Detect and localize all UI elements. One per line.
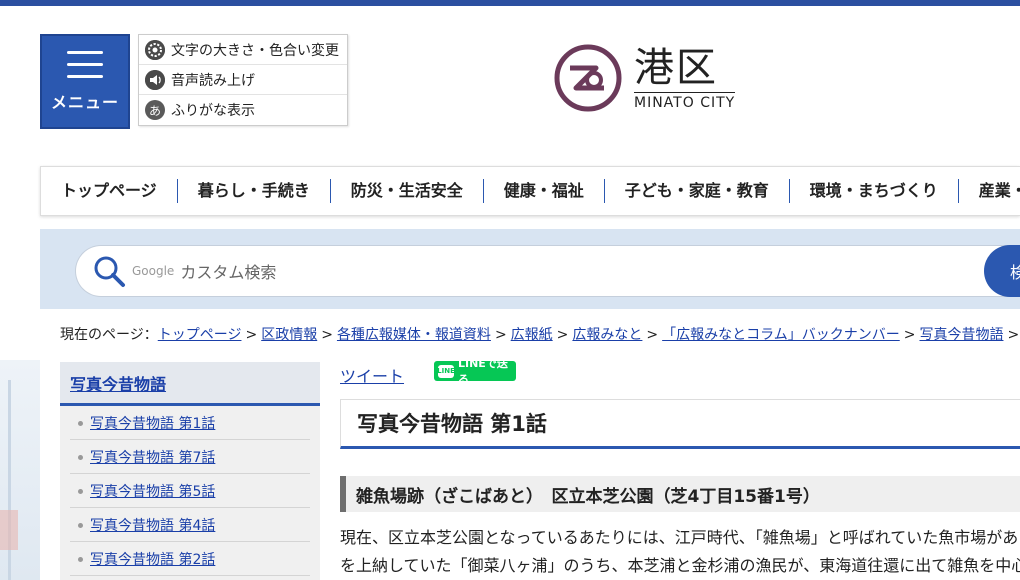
side-nav-title-link[interactable]: 写真今昔物語 [70, 371, 166, 395]
minato-emblem-icon [554, 44, 622, 112]
nav-health[interactable]: 健康・福祉 [484, 179, 605, 203]
side-nav-link[interactable]: 写真今昔物語 第1話 [90, 413, 215, 433]
side-nav-item: 写真今昔物語 第1話 [70, 406, 310, 440]
search-icon [94, 256, 125, 287]
top-stripe [0, 0, 1020, 6]
speaker-icon [145, 69, 165, 90]
breadcrumb-item[interactable]: 広報みなと [572, 327, 642, 343]
breadcrumb-item[interactable]: トップページ [158, 327, 242, 343]
nav-children[interactable]: 子ども・家庭・教育 [605, 179, 790, 203]
text-size-color-link[interactable]: 文字の大きさ・色合い変更 [139, 35, 347, 65]
side-nav-item: 写真今昔物語 第2話 [70, 542, 310, 576]
furigana-icon: あ [145, 100, 165, 120]
menu-label: メニュー [50, 92, 119, 112]
nav-environment[interactable]: 環境・まちづくり [790, 179, 959, 203]
breadcrumb: 現在のページ：トップページ > 区政情報 > 各種広報媒体・報道資料 > 広報紙 > 広報みなと… [60, 327, 1020, 343]
section-heading: 雑魚場跡（ざこばあと） 区立本芝公園（芝4丁目15番1号） [340, 476, 1020, 512]
read-aloud-label: 音声読み上げ [171, 72, 255, 89]
side-nav-link[interactable]: 写真今昔物語 第2話 [90, 549, 215, 569]
side-nav-link[interactable]: 写真今昔物語 第4話 [90, 515, 215, 535]
search-input[interactable]: Google カスタム検索 [75, 245, 1020, 297]
side-nav-title: 写真今昔物語 [60, 362, 320, 406]
page-title: 写真今昔物語 第1話 [357, 412, 547, 436]
line-share-label: LINEで送る [458, 357, 508, 386]
furigana-label: ふりがな表示 [171, 103, 255, 119]
line-logo-icon: LINE [437, 364, 455, 378]
site-logo[interactable]: 港区 MINATO CITY [554, 44, 736, 112]
logo-japanese: 港区 [634, 44, 718, 91]
breadcrumb-prefix: 現在のページ： [60, 327, 158, 343]
side-nav-item: 写真今昔物語 第7話 [70, 440, 310, 474]
global-nav: トップページ 暮らし・手続き 防災・生活安全 健康・福祉 子ども・家庭・教育 環… [40, 166, 1020, 216]
logo-english: MINATO CITY [634, 91, 736, 111]
text-size-color-label: 文字の大きさ・色合い変更 [171, 42, 339, 59]
breadcrumb-item[interactable]: 広報紙 [511, 327, 553, 343]
side-nav: 写真今昔物語 写真今昔物語 第1話 写真今昔物語 第7話 写真今昔物語 第5話 … [60, 362, 320, 580]
breadcrumb-item[interactable]: 各種広報媒体・報道資料 [337, 327, 491, 343]
read-aloud-link[interactable]: 音声読み上げ [139, 65, 347, 95]
nav-safety[interactable]: 防災・生活安全 [331, 179, 484, 203]
nav-living[interactable]: 暮らし・手続き [178, 179, 331, 203]
tweet-link[interactable]: ツイート [340, 363, 404, 387]
side-nav-link[interactable]: 写真今昔物語 第5話 [90, 481, 215, 501]
menu-button[interactable]: メニュー [40, 34, 130, 129]
nav-industry[interactable]: 産業・ [959, 179, 1020, 203]
background-tower-line [8, 380, 11, 580]
nav-top[interactable]: トップページ [41, 179, 178, 203]
furigana-link[interactable]: あ ふりがな表示 [139, 95, 347, 125]
side-nav-link[interactable]: 写真今昔物語 第7話 [90, 447, 215, 467]
breadcrumb-item[interactable]: 「広報みなとコラム」バックナンバー [662, 327, 900, 343]
gear-icon [145, 39, 165, 60]
paragraph-line: を上納していた「御菜八ヶ浦」のうち、本芝浦と金杉浦の漁民が、東海道往還に出て雑魚… [340, 556, 1020, 575]
search-placeholder: カスタム検索 [180, 263, 277, 282]
body-paragraph: 現在、区立本芝公園となっているあたりには、江戸時代、「雑魚場」と呼ばれていた魚市… [340, 524, 1020, 580]
breadcrumb-item[interactable]: 写真今昔物語 [919, 327, 1003, 343]
line-share-button[interactable]: LINE LINEで送る [434, 357, 516, 386]
side-nav-item: 写真今昔物語 第4話 [70, 508, 310, 542]
hamburger-icon [67, 50, 103, 79]
page-title-box: 写真今昔物語 第1話 [340, 399, 1020, 449]
accessibility-panel: 文字の大きさ・色合い変更 音声読み上げ あ ふりがな表示 [138, 34, 348, 126]
google-label: Google [132, 264, 175, 278]
background-tower-accent [0, 510, 18, 550]
breadcrumb-item[interactable]: 区政情報 [261, 327, 317, 343]
side-nav-item: 写真今昔物語 第5話 [70, 474, 310, 508]
paragraph-line: 現在、区立本芝公園となっているあたりには、江戸時代、「雑魚場」と呼ばれていた魚市… [340, 528, 1019, 547]
